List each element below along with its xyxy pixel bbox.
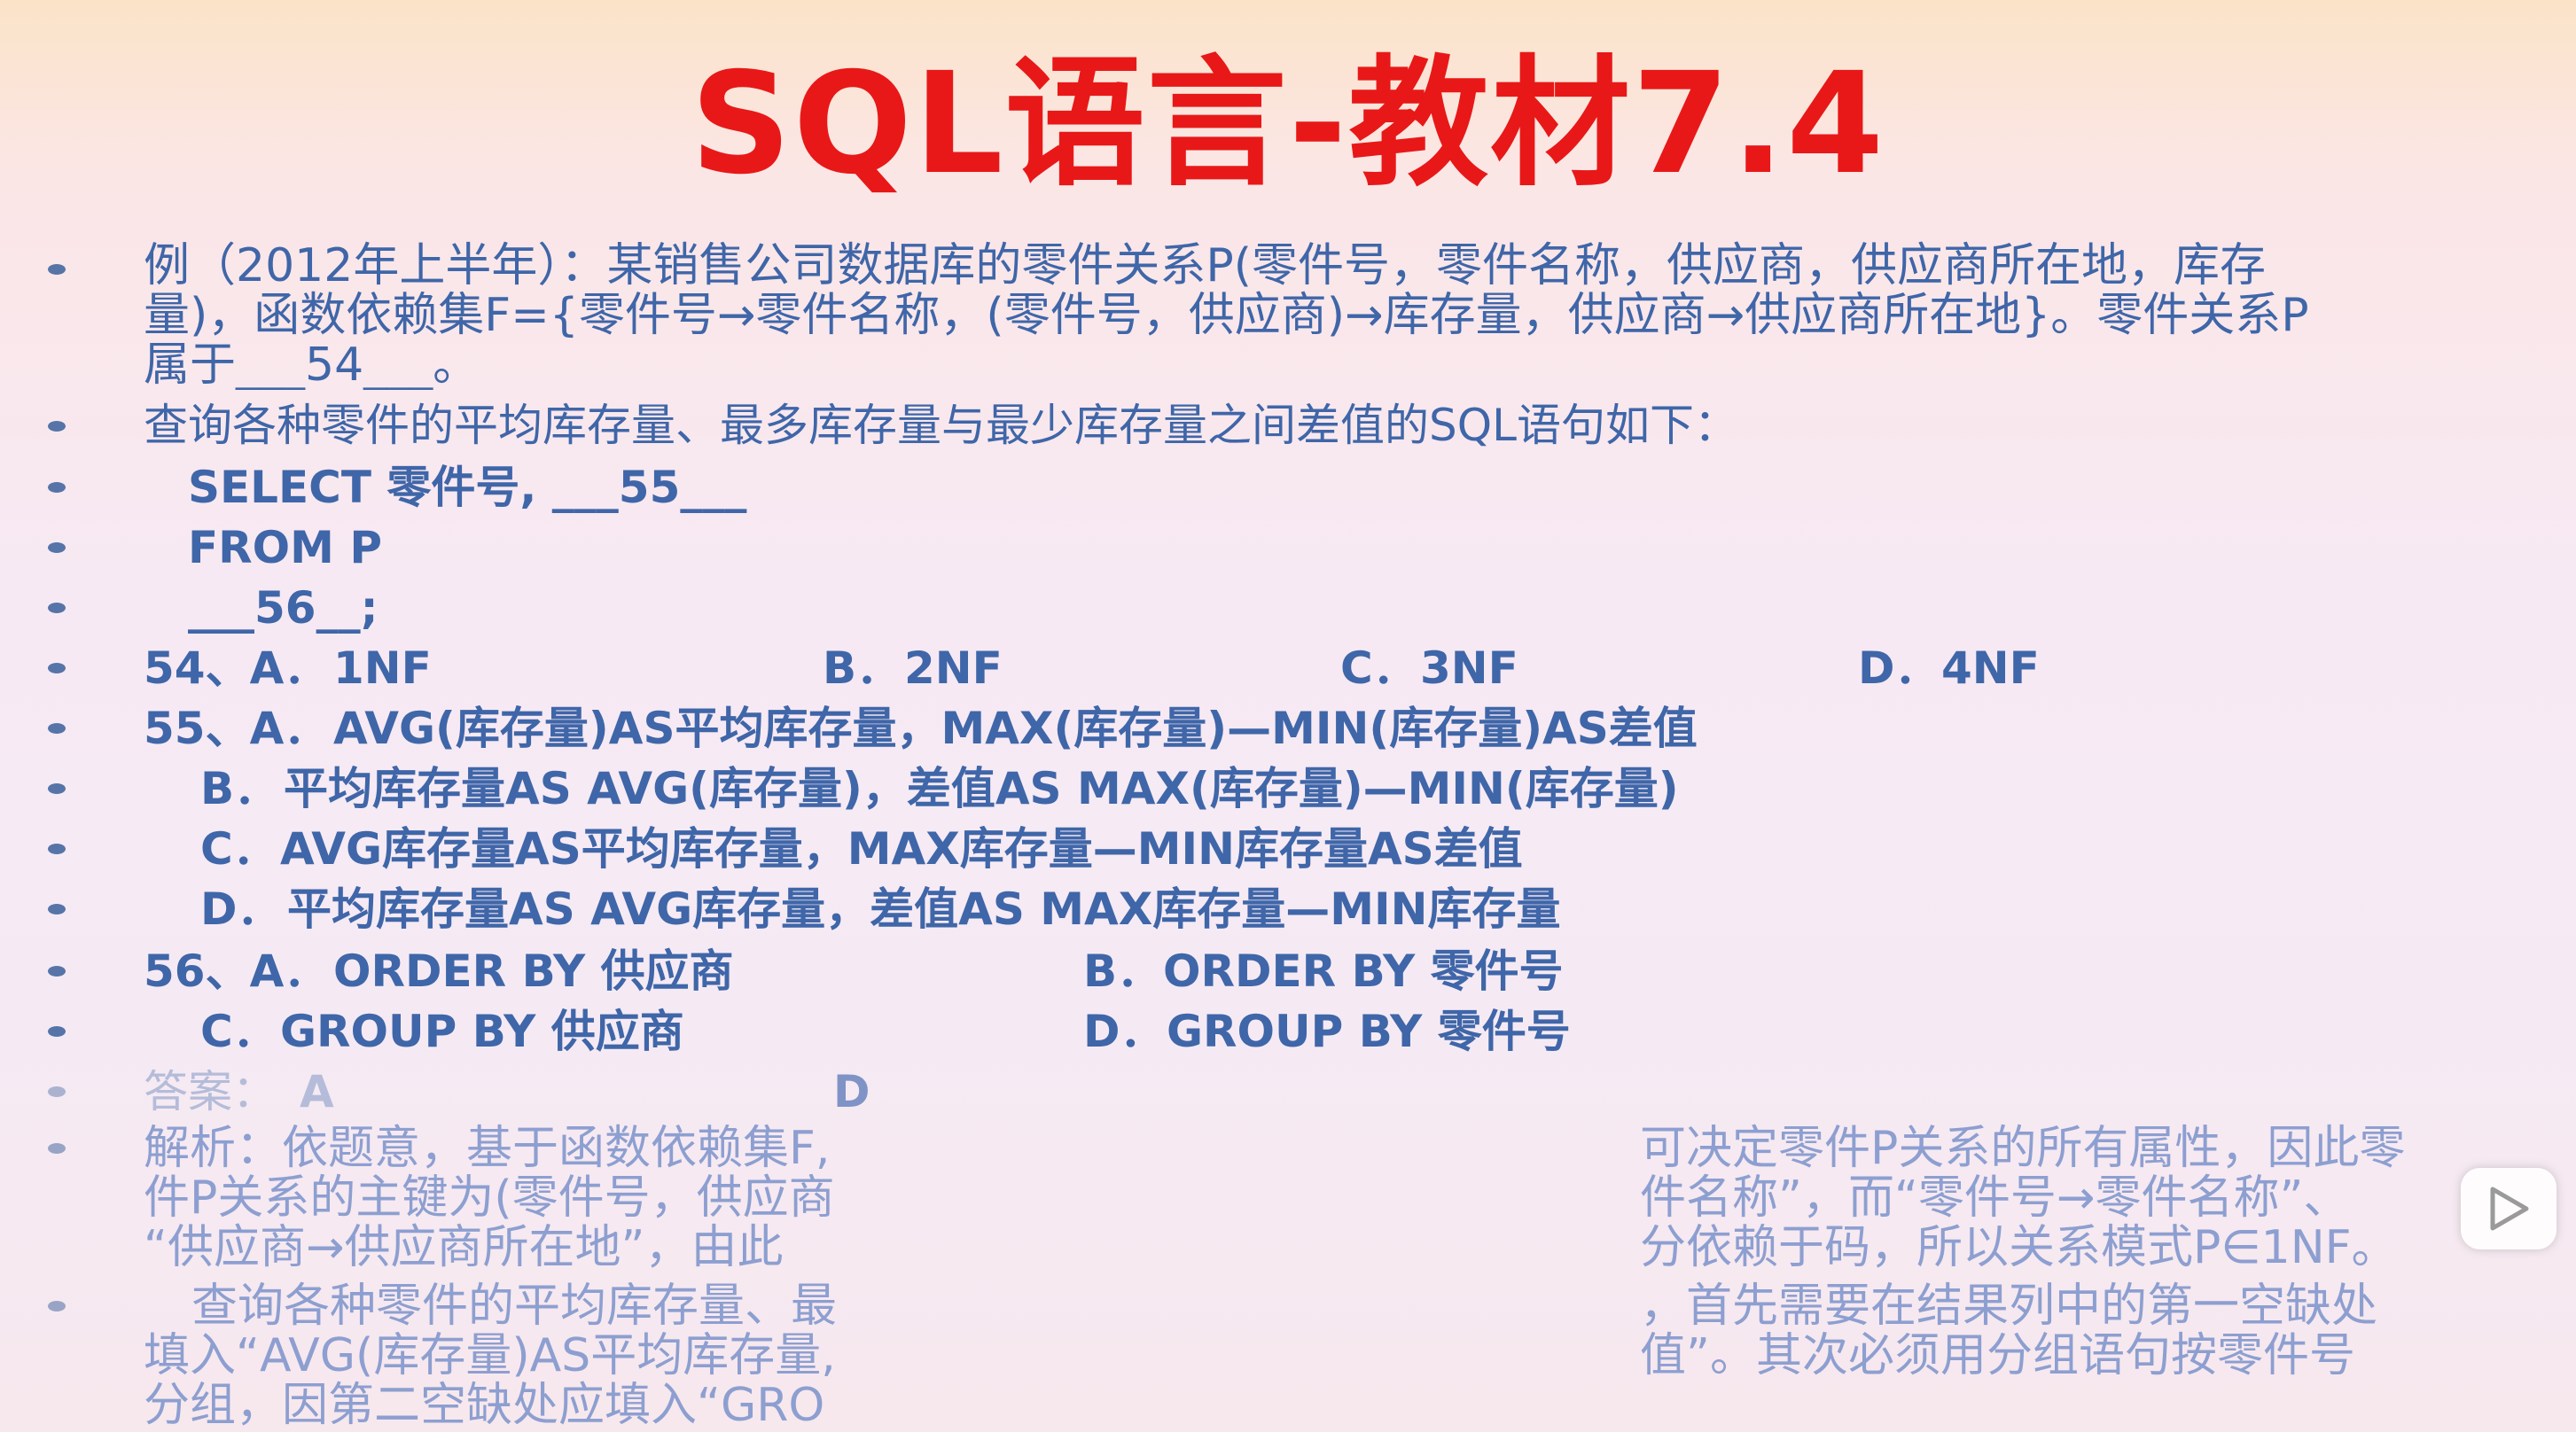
q55-option-b: 平均库存量AS AVG(库存量)，差值AS MAX(库存量)—MIN(库存量): [284, 763, 1679, 814]
bullet: [48, 421, 66, 432]
example-line: 量)，函数依赖集F={零件号→零件名称，(零件号，供应商)→库存量，供应商→供应…: [144, 291, 2309, 340]
analysis-line: 件名称”，而“零件号→零件名称”、: [1640, 1173, 2350, 1223]
q56-option-b-label: B．: [1083, 946, 1162, 997]
q54-option-b: 2NF: [904, 642, 1003, 694]
q54-option-c: 3NF: [1420, 642, 1518, 694]
bullet: [48, 542, 66, 553]
q54-option-d-label: D．: [1858, 642, 1940, 694]
analysis-left: 解析：依题意，基于函数依赖集F, 件P关系的主键为(零件号，供应商 “供应商→供…: [144, 1124, 906, 1272]
query-intro: 查询各种零件的平均库存量、最多库存量与最少库存量之间差值的SQL语句如下：: [144, 400, 1738, 451]
play-icon: [2490, 1187, 2529, 1231]
q56-option-c-label: C．: [200, 1006, 277, 1057]
answer-d: D: [833, 1066, 870, 1117]
bullet: [48, 904, 66, 914]
q55-option-c: AVG库存量AS平均库存量，MAX库存量—MIN库存量AS差值: [280, 823, 1523, 875]
q54-option-b-label: B．: [823, 642, 902, 694]
example-line: 属于___54___。: [144, 340, 480, 390]
answer-label: 答案：: [144, 1066, 277, 1117]
bullet: [48, 1086, 66, 1097]
q56-option-d-label: D．: [1083, 1006, 1165, 1057]
sql-select: SELECT 零件号, ___55___: [188, 462, 747, 513]
analysis2-line: 填入“AVG(库存量)AS平均库存量,: [144, 1331, 836, 1381]
analysis2-right: ，首先需要在结果列中的第一空缺处 值”。其次必须用分组语句按零件号: [1640, 1281, 2491, 1381]
analysis-line: 件P关系的主键为(零件号，供应商: [144, 1173, 835, 1223]
q56-option-d: GROUP BY 零件号: [1167, 1006, 1571, 1057]
bullet: [48, 603, 66, 613]
bullet: [48, 966, 66, 977]
analysis-line: 解析：依题意，基于函数依赖集F,: [144, 1124, 831, 1173]
bullet: [48, 783, 66, 794]
bullet: [48, 1301, 66, 1311]
q54-option-c-label: C．: [1340, 642, 1417, 694]
q54-label: 54、A．: [144, 642, 329, 694]
analysis-line: “供应商→供应商所在地”，由此: [144, 1223, 784, 1272]
slide-title: SQL语言-教材7.4: [690, 43, 1886, 206]
bullet: [48, 1026, 66, 1037]
q56-option-b: ORDER BY 零件号: [1163, 946, 1564, 997]
q55-option-d-label: D．: [200, 883, 282, 935]
analysis-right: 可决定零件P关系的所有属性，因此零 件名称”，而“零件号→零件名称”、 分依赖于…: [1640, 1124, 2491, 1272]
q55-option-c-label: C．: [200, 823, 277, 875]
bullet: [48, 844, 66, 854]
analysis2-line: 分组，因第二空缺处应填入“GRO: [144, 1381, 825, 1430]
answer-a: A: [300, 1066, 334, 1117]
q55-option-a: AVG(库存量)AS平均库存量，MAX(库存量)—MIN(库存量)AS差值: [333, 703, 1698, 754]
q56-option-a: ORDER BY 供应商: [333, 946, 734, 997]
analysis-line: 分依赖于码，所以关系模式P∈1NF。: [1640, 1223, 2398, 1272]
sql-from: FROM P: [188, 522, 382, 573]
q55-option-b-label: B．: [200, 763, 279, 814]
bullet: [48, 1143, 66, 1154]
sql-blank-56: ___56__;: [188, 582, 379, 634]
example-line: 例（2012年上半年）：某销售公司数据库的零件关系P(零件号，零件名称，供应商，…: [144, 241, 2266, 291]
bullet: [48, 482, 66, 493]
bullet: [48, 663, 66, 673]
analysis-line: 可决定零件P关系的所有属性，因此零: [1640, 1124, 2406, 1173]
q55-option-d: 平均库存量AS AVG库存量，差值AS MAX库存量—MIN库存量: [287, 883, 1561, 935]
analysis2-line: 查询各种零件的平均库存量、最: [191, 1281, 838, 1331]
analysis2-left: 查询各种零件的平均库存量、最 填入“AVG(库存量)AS平均库存量, 分组，因第…: [144, 1281, 906, 1430]
q54-option-a: 1NF: [333, 642, 432, 694]
q55-label: 55、A．: [144, 703, 329, 754]
bullet: [48, 723, 66, 734]
analysis2-line: ，首先需要在结果列中的第一空缺处: [1640, 1281, 2378, 1331]
example-paragraph: 例（2012年上半年）：某销售公司数据库的零件关系P(零件号，零件名称，供应商，…: [144, 241, 2466, 390]
q56-label: 56、A．: [144, 946, 329, 997]
bullet: [48, 264, 66, 275]
q56-option-c: GROUP BY 供应商: [280, 1006, 684, 1057]
play-button[interactable]: [2461, 1168, 2556, 1249]
q54-option-d: 4NF: [1941, 642, 2040, 694]
analysis2-line: 值”。其次必须用分组语句按零件号: [1640, 1331, 2355, 1381]
